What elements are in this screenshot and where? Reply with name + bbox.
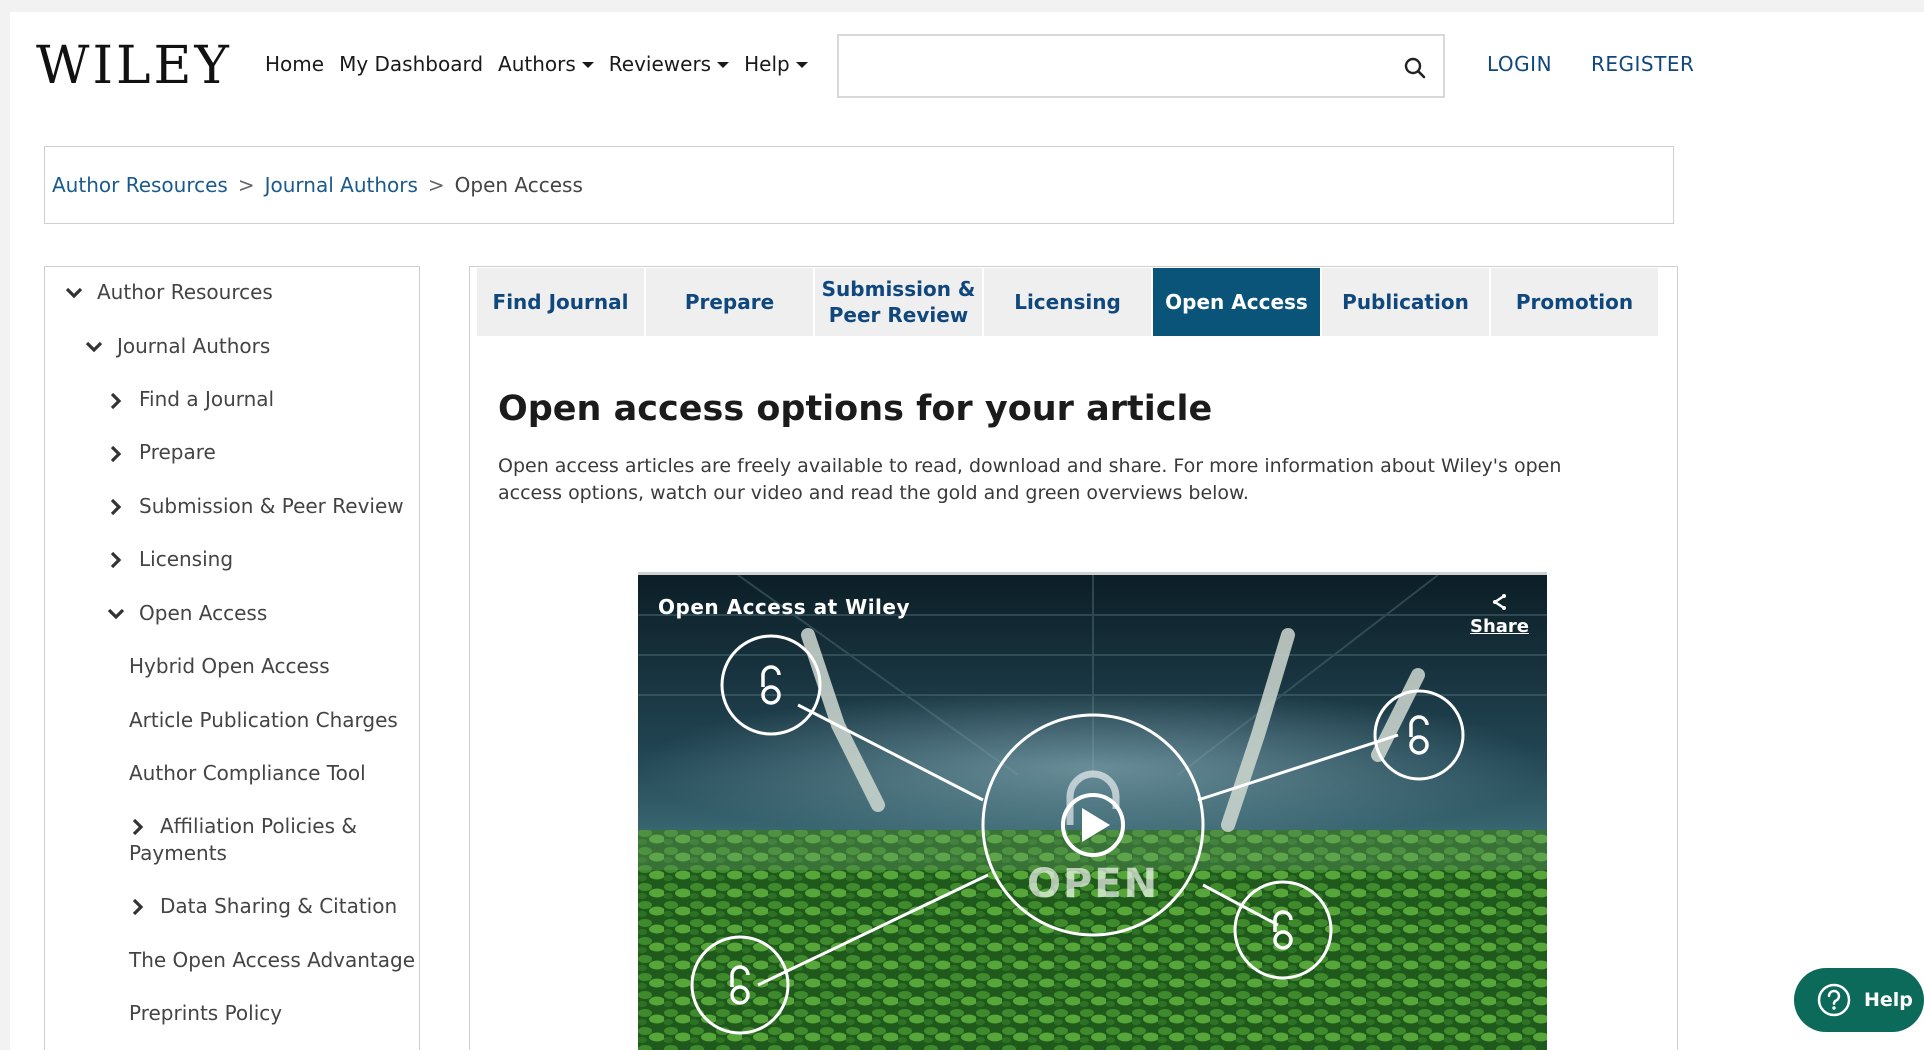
sidebar-item-affiliation-policies[interactable]: Affiliation Policies & Payments [129,813,357,867]
nav-reviewers-label: Reviewers [608,52,712,76]
help-button[interactable]: Help [1794,968,1924,1032]
sidebar-item-prepare[interactable]: Prepare [139,439,216,466]
tab-promotion[interactable]: Promotion [1491,268,1658,336]
tab-submission-peer-review[interactable]: Submission & Peer Review [815,268,982,336]
share-button[interactable]: Share [1470,593,1529,637]
sidebar-item-licensing[interactable]: Licensing [139,546,233,573]
sidebar-item-affiliation-line1: Affiliation Policies & [160,814,357,838]
sidebar-nav: Author Resources Journal Authors Find a … [44,266,420,1050]
tab-prepare[interactable]: Prepare [646,268,813,336]
video-center-text: OPEN [1027,861,1159,907]
chevron-down-icon [85,341,103,353]
search-box [837,34,1445,98]
share-label: Share [1469,616,1529,637]
sidebar-item-affiliation-line2: Payments [129,841,227,865]
section-tabs: Find Journal Prepare Submission & Peer Re… [477,268,1658,336]
sidebar-item-author-resources[interactable]: Author Resources [97,279,273,306]
wiley-logo[interactable]: WILEY [36,40,232,92]
tab-label-line2: Peer Review [828,303,969,327]
sidebar-item-article-publication-charges[interactable]: Article Publication Charges [129,707,398,734]
tab-licensing[interactable]: Licensing [984,268,1151,336]
tab-label: Submission & Peer Review [822,276,976,328]
breadcrumb-separator: > [237,173,255,197]
tab-label: Publication [1342,290,1469,314]
nav-authors[interactable]: Authors [498,52,594,76]
chevron-down-icon [107,608,125,620]
main-content: Find Journal Prepare Submission & Peer Re… [469,266,1678,1050]
sidebar-item-open-access[interactable]: Open Access [139,600,267,627]
login-link[interactable]: LOGIN [1487,52,1552,76]
caret-down-icon [717,62,730,68]
share-icon [1493,594,1507,610]
sidebar-item-submission-peer-review[interactable]: Submission & Peer Review [139,493,404,520]
tab-label: Promotion [1515,290,1634,314]
sidebar-item-preprints-policy[interactable]: Preprints Policy [129,1000,282,1027]
chevron-right-icon [110,498,122,516]
page: WILEY Home My Dashboard Authors Reviewer… [10,12,1924,1050]
search-icon[interactable] [1403,56,1427,80]
nav-authors-label: Authors [498,52,576,76]
sidebar-item-journal-authors[interactable]: Journal Authors [117,333,270,360]
tab-label: Find Journal [492,290,629,314]
chevron-down-icon [65,287,83,299]
sidebar-item-hybrid-open-access[interactable]: Hybrid Open Access [129,653,330,680]
main-nav: Home My Dashboard Authors Reviewers Help [265,52,808,76]
chevron-right-icon [132,898,144,916]
register-link[interactable]: REGISTER [1591,52,1694,76]
page-title: Open access options for your article [498,389,1213,429]
help-label: Help [1864,989,1913,1011]
breadcrumb-author-resources[interactable]: Author Resources [52,173,228,197]
tab-publication[interactable]: Publication [1322,268,1489,336]
intro-paragraph: Open access articles are freely availabl… [498,455,1562,504]
search-input[interactable] [839,36,1443,96]
video-player[interactable]: OPEN Open Access at Wiley Share [638,572,1547,1050]
caret-down-icon [581,62,594,68]
breadcrumb-separator: > [427,173,445,197]
nav-my-dashboard[interactable]: My Dashboard [339,52,483,76]
tab-label: Open Access [1165,290,1308,314]
caret-down-icon [795,62,808,68]
sidebar-item-find-a-journal[interactable]: Find a Journal [139,386,274,413]
chevron-right-icon [110,445,122,463]
tab-open-access[interactable]: Open Access [1153,268,1320,336]
chevron-right-icon [110,551,122,569]
tab-label: Licensing [1014,290,1121,314]
tab-label: Prepare [684,290,775,314]
nav-reviewers[interactable]: Reviewers [608,52,730,76]
sidebar-item-open-access-advantage[interactable]: The Open Access Advantage [129,947,415,974]
video-thumbnail: OPEN [638,575,1547,1050]
tab-label-line1: Submission & [821,277,976,301]
sidebar-item-author-compliance-tool[interactable]: Author Compliance Tool [129,760,366,787]
nav-my-dashboard-label: My Dashboard [339,52,484,76]
nav-home-label: Home [265,52,325,76]
nav-help-label: Help [744,52,790,76]
nav-home[interactable]: Home [265,52,324,76]
sidebar-item-data-sharing-citation[interactable]: Data Sharing & Citation [160,893,397,920]
question-circle-icon [1817,983,1851,1017]
breadcrumb: Author Resources > Journal Authors > Ope… [44,146,1674,224]
chevron-right-icon [110,392,122,410]
nav-help[interactable]: Help [744,52,808,76]
breadcrumb-journal-authors[interactable]: Journal Authors [265,173,418,197]
tab-find-journal[interactable]: Find Journal [477,268,644,336]
video-title: Open Access at Wiley [658,595,911,619]
breadcrumb-current: Open Access [454,173,583,197]
